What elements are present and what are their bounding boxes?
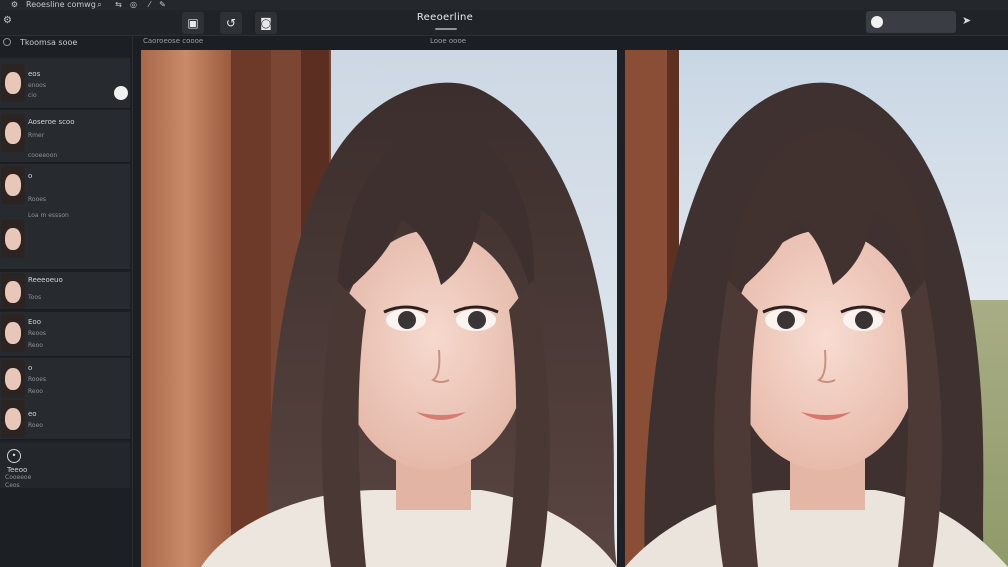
list-item[interactable]: eos enoos cio <box>0 58 130 109</box>
title-underline <box>435 28 457 30</box>
pin-icon[interactable]: ⁄ <box>145 0 154 10</box>
crop-button[interactable]: ▣ <box>182 12 204 34</box>
list-item[interactable]: Eoo Reoos Reoo <box>0 312 130 357</box>
avatar <box>1 400 25 438</box>
item-subtitle: Rooes <box>28 196 47 203</box>
rotate-button[interactable]: ↺ <box>220 12 242 34</box>
panel-divider[interactable] <box>617 50 625 567</box>
right-view-label: Looe oooe <box>430 37 467 45</box>
item-meta: cooeeoon <box>28 152 58 159</box>
item-subtitle: Reoos <box>28 330 47 337</box>
footer-meta: Ceos <box>5 482 20 489</box>
sidebar-title: Tkoomsa sooe <box>20 38 78 47</box>
view-icon: ◙ <box>260 16 272 30</box>
settings-icon[interactable]: ⚙ <box>3 15 12 26</box>
page-title: Reeoerline <box>416 12 474 23</box>
item-meta: Reoo <box>28 388 43 395</box>
gear-icon[interactable]: ⚙ <box>10 0 19 10</box>
footer-title: Teeoo <box>7 466 28 474</box>
item-meta: Reoo <box>28 342 43 349</box>
avatar <box>1 64 25 102</box>
search-icon[interactable]: ⌕ <box>95 0 104 10</box>
globe-icon[interactable]: ◎ <box>129 0 138 10</box>
item-subtitle: Roeo <box>28 422 43 429</box>
item-meta: Loa m essson <box>28 212 69 219</box>
info-icon[interactable]: • <box>7 449 21 463</box>
item-title: o <box>28 364 33 372</box>
edited-image <box>625 50 1008 567</box>
sidebar: Tkoomsa sooe eos enoos cio Aoseroe scoo … <box>0 36 133 567</box>
item-title: Aoseroe scoo <box>28 118 75 126</box>
item-subtitle: Toos <box>28 294 42 301</box>
pen-icon[interactable]: ✎ <box>158 0 167 10</box>
item-meta: cio <box>28 92 37 99</box>
list-item[interactable]: o Rooes Reoo eo Roeo <box>0 358 130 440</box>
list-item[interactable]: Aoseroe scoo Rmer cooeeoon <box>0 110 130 163</box>
item-title: Eoo <box>28 318 41 326</box>
app-title: Reoesline comwg <box>26 0 96 9</box>
avatar <box>1 360 25 398</box>
avatar <box>1 220 25 260</box>
search-icon <box>871 16 883 28</box>
menu-bar: ⚙ Reoesline comwg ⌕ ⇆ ◎ ⁄ ✎ <box>0 0 1008 10</box>
footer-subtitle: Cooeeoe <box>5 474 32 481</box>
sidebar-footer[interactable]: • Teeoo Cooeeoe Ceos <box>0 442 130 489</box>
view-button[interactable]: ◙ <box>255 12 277 34</box>
left-view-label: Caoroeose coooe <box>143 37 204 45</box>
item-title: o <box>28 172 33 180</box>
search-input[interactable] <box>886 13 952 31</box>
crop-icon: ▣ <box>187 16 199 30</box>
item-subtitle: enoos <box>28 82 46 89</box>
edited-image-panel[interactable] <box>625 50 1008 567</box>
list-item[interactable]: Reeeoeuo Toos <box>0 272 130 310</box>
item-title: eos <box>28 70 41 78</box>
item-title: eo <box>28 410 37 418</box>
original-image-panel[interactable] <box>141 50 617 567</box>
list-item[interactable]: o Rooes Loa m essson <box>0 164 130 270</box>
cursor-icon[interactable]: ➤ <box>962 14 971 27</box>
sidebar-header: Tkoomsa sooe <box>0 36 133 50</box>
original-image <box>141 50 617 567</box>
search-box[interactable] <box>866 11 956 33</box>
avatar <box>1 273 25 309</box>
avatar <box>1 166 25 204</box>
avatar <box>1 314 25 352</box>
avatar <box>1 114 25 152</box>
selected-indicator[interactable] <box>114 86 128 100</box>
item-subtitle: Rooes <box>28 376 47 383</box>
item-title: Reeeoeuo <box>28 276 63 284</box>
rotate-icon: ↺ <box>225 16 237 30</box>
swap-icon[interactable]: ⇆ <box>114 0 123 10</box>
circle-icon[interactable] <box>3 38 11 46</box>
toolbar: ⚙ ▣ ↺ ◙ Reeoerline ➤ <box>0 10 1008 36</box>
item-subtitle: Rmer <box>28 132 45 139</box>
